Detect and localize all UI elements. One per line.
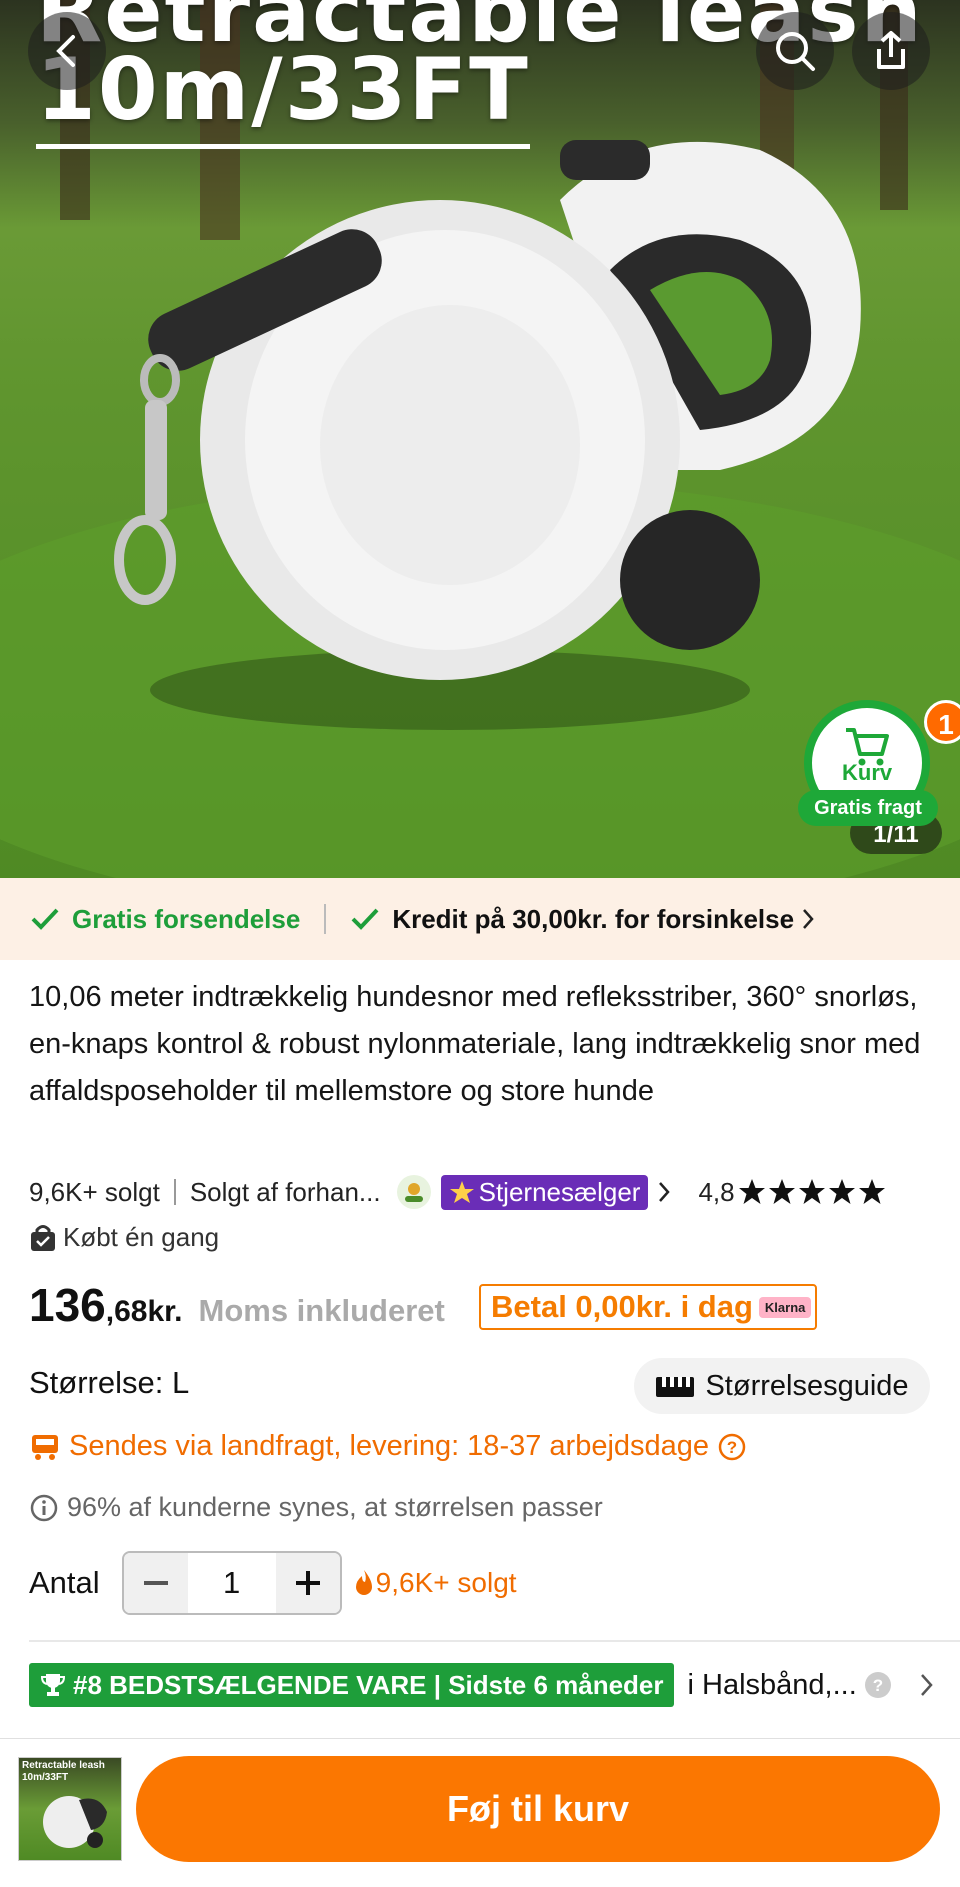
free-shipping-pill: Gratis fragt [798, 790, 938, 826]
star-seller-label: Stjernesælger [478, 1176, 641, 1207]
delivery-text: Sendes via landfragt, levering: 18-37 ar… [69, 1430, 710, 1462]
flame-icon [355, 1570, 372, 1595]
bestseller-label: #8 BEDSTSÆLGENDE VARE | Sidste 6 måneder [73, 1669, 664, 1700]
product-title: 10,06 meter indtrækkelig hundesnor med r… [29, 981, 921, 1107]
size-guide-label: Størrelsesguide [705, 1369, 909, 1402]
rating-stars[interactable] [737, 1177, 887, 1207]
banner-divider [324, 904, 327, 934]
size-label: Størrelse: L [29, 1365, 190, 1400]
seller-logo-icon [404, 1183, 423, 1202]
seller-avatar[interactable] [396, 1175, 431, 1209]
quantity-sold: 9,6K+ solgt [375, 1567, 517, 1598]
quantity-stepper[interactable]: 1 [121, 1551, 342, 1615]
bestseller-badge: #8 BEDSTSÆLGENDE VARE | Sidste 6 måneder [29, 1663, 674, 1707]
quantity-row: Antal 1 9,6K+ solgt [29, 1550, 517, 1616]
delay-credit-text: Kredit på 30,00kr. for forsinkelse [392, 903, 795, 934]
seller-name[interactable]: Solgt af forhan... [190, 1177, 381, 1208]
bought-once-row: Købt én gang [29, 1222, 219, 1253]
star-seller-badge[interactable]: Stjernesælger [440, 1174, 649, 1210]
help-icon[interactable]: ? [717, 1432, 747, 1462]
sold-count: 9,6K+ solgt [29, 1176, 160, 1207]
add-to-cart-button[interactable]: Føj til kurv [136, 1756, 940, 1862]
check-icon [31, 908, 59, 930]
vat-note: Moms inkluderet [198, 1293, 445, 1328]
delivery-info[interactable]: Sendes via landfragt, levering: 18-37 ar… [29, 1430, 747, 1463]
check-icon [351, 908, 379, 930]
chevron-right-icon [803, 909, 814, 929]
search-button[interactable] [756, 12, 834, 90]
shipping-banner[interactable]: Gratis forsendelse Kredit på 30,00kr. fo… [0, 878, 960, 960]
plus-icon [295, 1571, 320, 1595]
cart-count-badge: 1 [924, 700, 960, 744]
price-block: 136 ,68kr. Moms inkluderet [29, 1278, 445, 1332]
chevron-right-icon[interactable] [654, 1179, 674, 1205]
quantity-label: Antal [29, 1565, 100, 1600]
trophy-icon [40, 1674, 66, 1696]
product-thumbnail[interactable]: Retractable leash 10m/33FT [18, 1757, 122, 1861]
bestseller-row[interactable]: #8 BEDSTSÆLGENDE VARE | Sidste 6 måneder… [29, 1663, 939, 1707]
ruler-icon [656, 1377, 695, 1397]
shopping-bag-icon [31, 1224, 55, 1251]
five-stars-icon [738, 1179, 885, 1204]
increase-button[interactable] [275, 1553, 340, 1613]
share-icon [877, 31, 905, 69]
truck-icon [32, 1434, 58, 1460]
image-caption: Retractable leash 10m/33FT [36, 0, 922, 149]
size-fit-note: 96% af kunderne synes, at størrelsen pas… [29, 1492, 603, 1523]
info-icon [30, 1494, 58, 1521]
chevron-right-icon[interactable] [915, 1670, 939, 1700]
product-meta-row: 9,6K+ solgt Solgt af forhan... Stjernesæ… [29, 1172, 887, 1212]
klarna-text: Betal 0,00kr. i dag [491, 1289, 753, 1324]
svg-text:?: ? [727, 1438, 737, 1457]
bottom-action-bar: Retractable leash 10m/33FT Føj til kurv [0, 1738, 960, 1887]
meta-divider [173, 1179, 176, 1205]
chevron-left-icon [56, 35, 75, 67]
bestseller-category: i Halsbånd,... [687, 1668, 857, 1701]
decrease-button[interactable] [123, 1553, 188, 1613]
back-button[interactable] [28, 12, 106, 90]
share-button[interactable] [852, 12, 930, 90]
help-icon[interactable]: ? [863, 1670, 893, 1700]
quantity-value[interactable]: 1 [188, 1553, 276, 1613]
bought-once-text: Købt én gang [63, 1222, 220, 1252]
price-fraction: ,68kr. [105, 1295, 183, 1328]
section-divider [29, 1640, 960, 1642]
search-icon [776, 32, 815, 71]
star-icon [449, 1181, 474, 1203]
minus-icon [143, 1581, 168, 1585]
klarna-logo: Klarna [758, 1296, 812, 1318]
price-whole: 136 [29, 1279, 106, 1331]
cart-label: Kurv [842, 760, 893, 785]
size-guide-button[interactable]: Størrelsesguide [634, 1358, 930, 1414]
free-shipping-text: Gratis forsendelse [72, 903, 301, 934]
klarna-pay-later[interactable]: Betal 0,00kr. i dag Klarna [479, 1284, 817, 1330]
leash-thumbnail-icon [43, 1796, 107, 1848]
fit-note-text: 96% af kunderne synes, at størrelsen pas… [67, 1492, 603, 1522]
rating-value: 4,8 [698, 1176, 735, 1207]
svg-text:?: ? [873, 1676, 883, 1695]
